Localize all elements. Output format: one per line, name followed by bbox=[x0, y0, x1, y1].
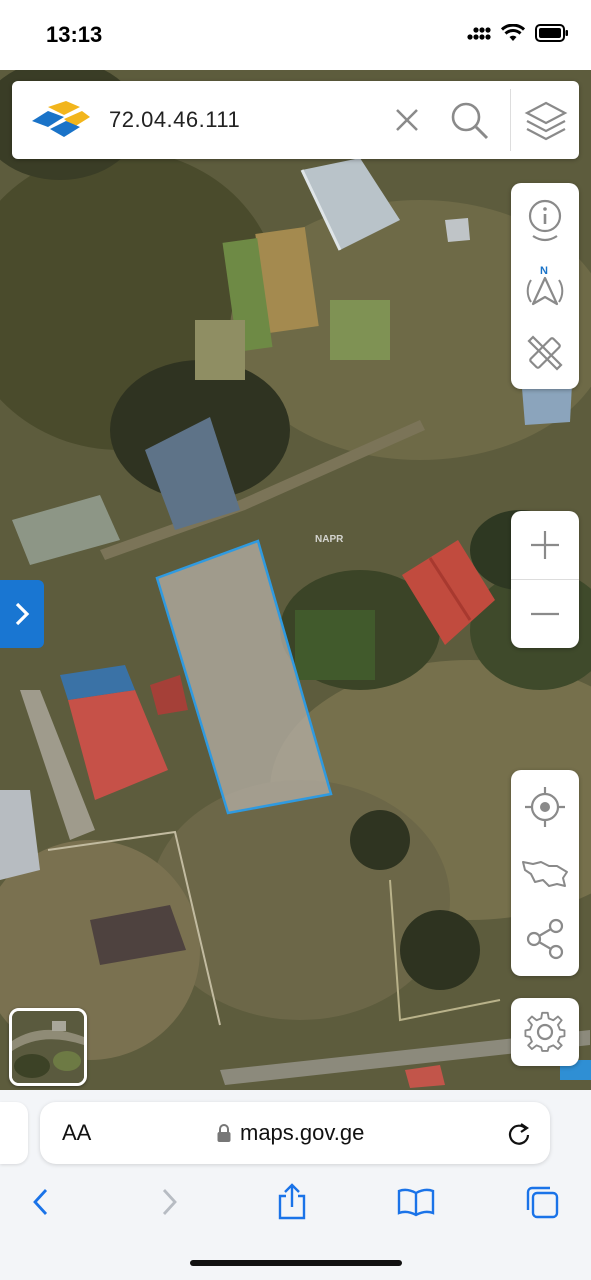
status-icons bbox=[467, 24, 569, 42]
signal-icon bbox=[467, 27, 491, 40]
zoom-panel bbox=[511, 511, 579, 648]
battery-icon bbox=[535, 24, 568, 42]
browser-toolbar bbox=[0, 1176, 591, 1226]
country-view-button[interactable] bbox=[511, 840, 579, 906]
share-sheet-icon bbox=[278, 1183, 306, 1220]
share-button[interactable] bbox=[511, 906, 579, 972]
tabs-button[interactable] bbox=[522, 1182, 562, 1222]
actions-panel bbox=[511, 770, 579, 976]
zoom-out-icon bbox=[531, 612, 559, 616]
search-divider bbox=[510, 89, 511, 151]
georgia-map-icon bbox=[522, 861, 568, 887]
url-display[interactable]: maps.gov.ge bbox=[216, 1120, 364, 1146]
map-view[interactable]: NAPR bbox=[0, 70, 591, 1090]
search-icon[interactable] bbox=[448, 99, 490, 141]
status-time: 13:13 bbox=[46, 22, 103, 47]
info-pin-icon bbox=[528, 199, 562, 242]
chevron-left-icon bbox=[33, 1189, 48, 1215]
basemap-preview bbox=[12, 1011, 84, 1083]
previous-tab-edge[interactable] bbox=[0, 1102, 28, 1164]
status-bar: 13:13 bbox=[0, 0, 591, 70]
compass-button[interactable]: N bbox=[511, 255, 579, 319]
chevron-right-icon bbox=[15, 602, 30, 626]
forward-button[interactable] bbox=[149, 1182, 189, 1222]
gear-icon bbox=[524, 1011, 566, 1052]
settings-button[interactable] bbox=[511, 998, 579, 1066]
url-host: maps.gov.ge bbox=[240, 1120, 365, 1145]
layers-icon[interactable] bbox=[524, 99, 568, 143]
settings-panel bbox=[511, 998, 579, 1066]
info-button[interactable] bbox=[511, 189, 579, 253]
reload-icon[interactable] bbox=[506, 1119, 532, 1147]
home-indicator bbox=[190, 1260, 402, 1266]
satellite-imagery: NAPR bbox=[0, 70, 591, 1090]
wifi-icon bbox=[501, 24, 525, 41]
measure-icon bbox=[527, 335, 563, 371]
tabs-icon bbox=[526, 1186, 559, 1219]
share-icon bbox=[526, 918, 564, 960]
bookmarks-button[interactable] bbox=[396, 1182, 436, 1222]
north-arrow-icon: N bbox=[526, 265, 564, 306]
book-icon bbox=[397, 1188, 435, 1217]
locate-button[interactable] bbox=[511, 774, 579, 840]
measure-button[interactable] bbox=[511, 321, 579, 385]
logo-icon bbox=[32, 101, 90, 137]
zoom-in-button[interactable] bbox=[511, 511, 579, 579]
tools-panel: N bbox=[511, 183, 579, 389]
search-input[interactable]: 72.04.46.111 bbox=[109, 107, 240, 133]
napr-watermark: NAPR bbox=[315, 534, 344, 545]
basemap-switch-thumbnail[interactable] bbox=[9, 1008, 87, 1086]
svg-text:N: N bbox=[540, 265, 548, 277]
clear-icon[interactable] bbox=[392, 105, 422, 135]
zoom-in-icon bbox=[531, 531, 559, 559]
search-bar[interactable]: 72.04.46.111 bbox=[12, 81, 579, 159]
zoom-out-button[interactable] bbox=[511, 580, 579, 648]
chevron-right-icon bbox=[162, 1189, 177, 1215]
text-size-button[interactable]: AA bbox=[62, 1120, 91, 1146]
share-page-button[interactable] bbox=[272, 1182, 312, 1222]
sidebar-toggle[interactable] bbox=[0, 580, 44, 648]
address-bar[interactable]: AA maps.gov.ge bbox=[40, 1102, 550, 1164]
locate-icon bbox=[525, 787, 565, 827]
lock-icon bbox=[217, 1124, 231, 1142]
back-button[interactable] bbox=[21, 1182, 61, 1222]
